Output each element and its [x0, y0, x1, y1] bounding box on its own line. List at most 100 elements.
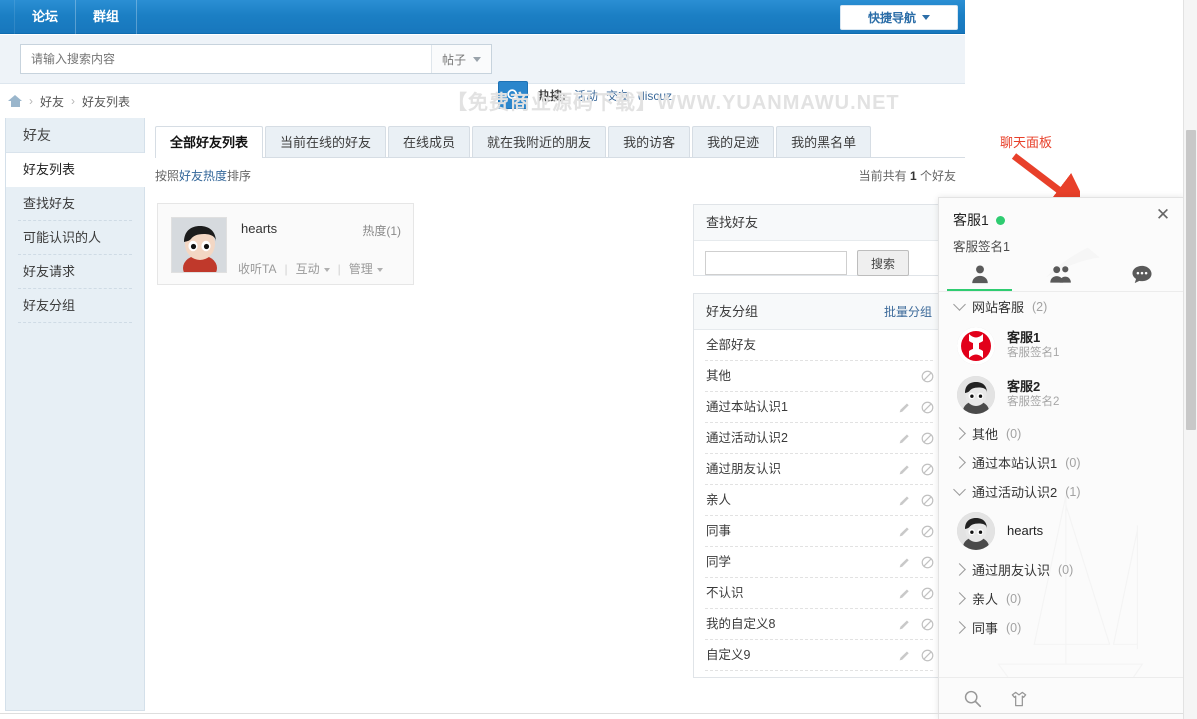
sidebar-title: 好友 [6, 118, 144, 153]
contact-item[interactable]: hearts [939, 506, 1183, 555]
ban-icon[interactable] [921, 463, 934, 476]
ban-icon[interactable] [921, 587, 934, 600]
contact-group-header[interactable]: 通过本站认识1 (0) [939, 448, 1183, 477]
contact-group-header[interactable]: 其他 (0) [939, 419, 1183, 448]
avatar [957, 512, 995, 550]
tab-nearby-friends[interactable]: 就在我附近的朋友 [472, 126, 606, 157]
pencil-icon[interactable] [898, 618, 911, 631]
group-label: 同学 [706, 555, 731, 569]
contact-group-header[interactable]: 通过朋友认识 (0) [939, 555, 1183, 584]
group-row[interactable]: 同学 [694, 547, 944, 578]
contact-item[interactable]: 客服2 客服签名2 [939, 370, 1183, 419]
search-type-selector[interactable]: 帖子 [431, 45, 491, 73]
shirt-icon[interactable] [1009, 689, 1029, 709]
search-bar-region: 帖子 热搜:活动交友discuz [0, 35, 965, 84]
group-row[interactable]: 亲人 [694, 485, 944, 516]
contact-item[interactable]: 客服1 客服签名1 [939, 321, 1183, 370]
pencil-icon[interactable] [898, 525, 911, 538]
sidebar-item-friend-groups[interactable]: 好友分组 [6, 289, 144, 323]
tab-my-visitors[interactable]: 我的访客 [608, 126, 690, 157]
contact-group-header[interactable]: 同事 (0) [939, 613, 1183, 642]
sidebar-item-friend-list[interactable]: 好友列表 [6, 153, 145, 187]
friend-card[interactable]: hearts 热度(1) 收听TA | 互动 | 管理 [157, 203, 414, 285]
group-row[interactable]: 通过活动认识2 [694, 423, 944, 454]
group-row[interactable]: 自定义9 [694, 640, 944, 671]
tab-groups-people[interactable] [1020, 256, 1101, 292]
group-row[interactable]: 通过朋友认识 [694, 454, 944, 485]
sidebar-item-people-you-may-know[interactable]: 可能认识的人 [6, 221, 144, 255]
group-row[interactable]: 同事 [694, 516, 944, 547]
quick-navigation-button[interactable]: 快捷导航 [840, 5, 958, 30]
breadcrumb-item-friend-list[interactable]: 好友列表 [82, 93, 130, 110]
contact-group-count: (0) [1006, 592, 1021, 606]
nav-item-forum[interactable]: 论坛 [14, 0, 76, 34]
find-friend-panel-title: 查找好友 [694, 205, 944, 241]
tab-my-footprints[interactable]: 我的足迹 [692, 126, 774, 157]
group-row[interactable]: 不认识 [694, 578, 944, 609]
follow-action[interactable]: 收听TA [238, 260, 276, 277]
close-icon[interactable]: ✕ [1154, 207, 1172, 225]
friend-name[interactable]: hearts [241, 221, 277, 236]
contact-group-header[interactable]: 亲人 (0) [939, 584, 1183, 613]
tab-contacts-person[interactable] [939, 256, 1020, 292]
nav-item-group[interactable]: 群组 [76, 0, 137, 34]
group-row[interactable]: 我的自定义8 [694, 609, 944, 640]
search-input[interactable] [21, 45, 431, 73]
friend-card-actions: 收听TA | 互动 | 管理 [238, 260, 383, 277]
tab-all-friends[interactable]: 全部好友列表 [155, 126, 263, 158]
current-user-signature: 客服签名1 [953, 236, 1010, 255]
tab-online-friends[interactable]: 当前在线的好友 [265, 126, 386, 157]
pencil-icon[interactable] [898, 494, 911, 507]
red-logo-avatar-icon [957, 327, 995, 365]
search-icon[interactable] [963, 689, 983, 709]
sidebar-item-label: 可能认识的人 [23, 230, 101, 245]
group-row[interactable]: 通过本站认识1 [694, 392, 944, 423]
pencil-icon[interactable] [898, 649, 911, 662]
home-icon[interactable] [8, 95, 22, 107]
ban-icon[interactable] [921, 649, 934, 662]
tab-my-blacklist[interactable]: 我的黑名单 [776, 126, 871, 157]
sidebar-item-label: 查找好友 [23, 196, 75, 211]
find-friend-input[interactable] [705, 251, 847, 275]
group-label: 亲人 [706, 493, 731, 507]
avatar[interactable] [171, 217, 227, 273]
group-label: 通过朋友认识 [706, 462, 781, 476]
search-box: 帖子 [20, 44, 492, 74]
ban-icon[interactable] [921, 494, 934, 507]
pencil-icon[interactable] [898, 587, 911, 600]
breadcrumb-item-friends[interactable]: 好友 [40, 93, 64, 110]
group-row[interactable]: 其他 [694, 361, 944, 392]
pencil-icon[interactable] [898, 463, 911, 476]
ban-icon[interactable] [921, 370, 934, 383]
ban-icon[interactable] [921, 432, 934, 445]
sort-by-heat-link[interactable]: 好友热度 [179, 169, 227, 183]
interact-action[interactable]: 互动 [296, 260, 330, 277]
contact-group-header[interactable]: 通过活动认识2 (1) [939, 477, 1183, 506]
ban-icon[interactable] [921, 525, 934, 538]
group-row[interactable]: 全部好友 [694, 330, 944, 361]
friend-heat: 热度(1) [362, 222, 401, 239]
chevron-right-icon [953, 592, 966, 605]
contact-name: 客服1 [1007, 330, 1059, 346]
tab-online-members[interactable]: 在线成员 [388, 126, 470, 157]
group-label: 我的自定义8 [706, 617, 775, 631]
sidebar-item-friend-requests[interactable]: 好友请求 [6, 255, 144, 289]
ban-icon[interactable] [921, 556, 934, 569]
ban-icon[interactable] [921, 401, 934, 414]
page-scrollbar[interactable] [1183, 0, 1197, 719]
ban-icon[interactable] [921, 618, 934, 631]
batch-group-link[interactable]: 批量分组 [884, 294, 932, 330]
find-friend-search-button[interactable]: 搜索 [857, 250, 909, 276]
pencil-icon[interactable] [898, 432, 911, 445]
breadcrumb-separator: › [29, 94, 33, 108]
search-type-label: 帖子 [442, 51, 466, 68]
page-scrollbar-thumb[interactable] [1186, 130, 1196, 430]
manage-action[interactable]: 管理 [349, 260, 383, 277]
pencil-icon[interactable] [898, 401, 911, 414]
sidebar-item-find-friend[interactable]: 查找好友 [6, 187, 144, 221]
tab-conversations[interactable] [1102, 256, 1183, 292]
breadcrumb: › 好友 › 好友列表 [0, 85, 965, 117]
contact-group-header[interactable]: 网站客服 (2) [939, 292, 1183, 321]
pencil-icon[interactable] [898, 556, 911, 569]
current-user[interactable]: 客服1 [953, 210, 1005, 230]
